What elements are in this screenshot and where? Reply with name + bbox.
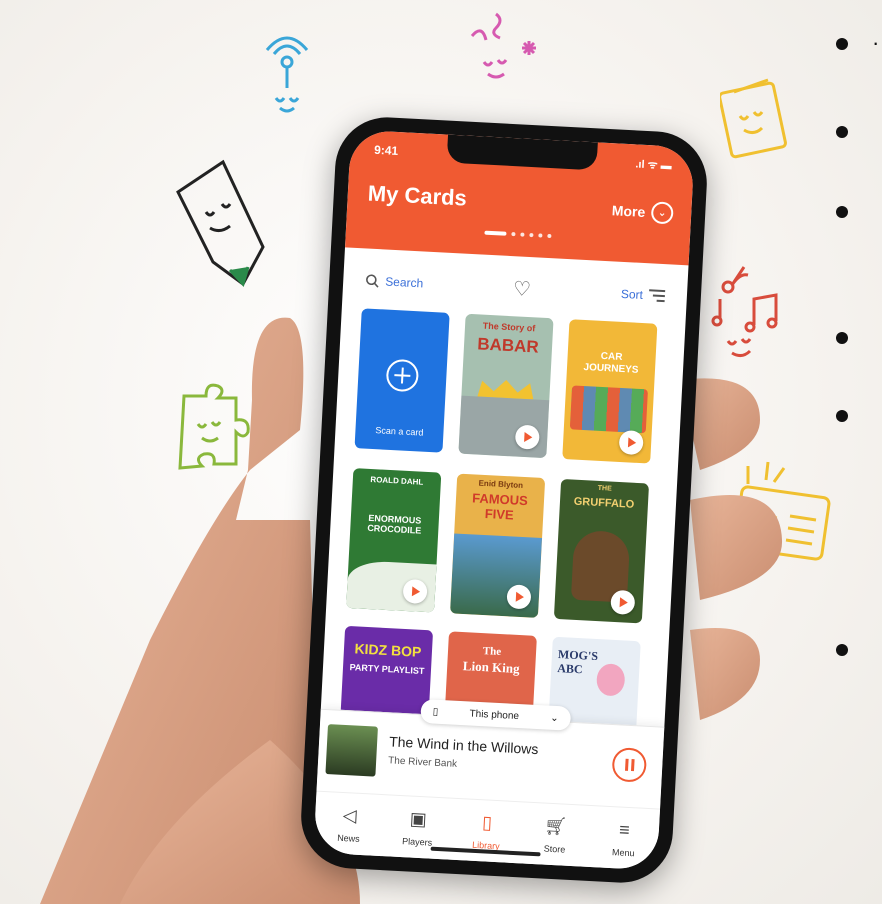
card-title: FAMOUS FIVE <box>471 490 529 523</box>
tab-news[interactable]: ◁ News <box>319 804 379 845</box>
search-label: Search <box>384 274 424 291</box>
megaphone-icon: ◁ <box>342 805 358 826</box>
card-title: BABAR <box>476 334 540 357</box>
tab-store[interactable]: 🛒︎ Store <box>525 815 585 856</box>
card-famous-five[interactable]: Enid Blyton FAMOUS FIVE <box>449 473 546 618</box>
players-icon: ▣ <box>409 808 428 830</box>
track-title: The Wind in the Willows <box>388 733 539 758</box>
chevron-down-icon: ⌄ <box>650 201 674 225</box>
play-button[interactable] <box>610 589 636 615</box>
more-label: More <box>611 202 646 220</box>
more-button[interactable]: More ⌄ <box>611 199 674 225</box>
page-title: My Cards <box>367 180 468 211</box>
card-title: THE <box>597 484 612 493</box>
library-icon: ▯ <box>481 812 493 833</box>
play-button[interactable] <box>618 429 644 456</box>
cars-art <box>569 385 648 434</box>
balloon-art <box>595 663 626 697</box>
card-title: The <box>482 645 502 659</box>
pause-icon-bar <box>630 759 635 772</box>
track-subtitle: The River Bank <box>387 755 458 770</box>
library-toolbar: Search ♡ Sort <box>342 261 687 315</box>
page-indicator <box>484 230 552 239</box>
page-dot <box>547 233 552 239</box>
pause-button[interactable] <box>611 747 648 783</box>
search-icon <box>366 274 379 288</box>
heart-icon[interactable]: ♡ <box>512 276 532 302</box>
card-title: The Story of <box>482 320 536 334</box>
tab-label: News <box>336 832 360 844</box>
tab-label: Store <box>543 843 566 855</box>
status-time: 9:41 <box>373 142 399 158</box>
page-dot-active <box>484 230 507 236</box>
status-icons: .ıl ᯤ ▬ <box>635 158 673 173</box>
menu-icon: ≡ <box>618 819 631 841</box>
card-title: Enid Blyton <box>478 478 524 490</box>
card-gruffalo[interactable]: THE GRUFFALO <box>553 478 650 624</box>
plus-circle-icon <box>386 359 419 392</box>
page-dot <box>529 232 534 238</box>
card-car-journeys[interactable]: CAR JOURNEYS <box>562 319 658 464</box>
card-title: KIDZ BOP <box>354 640 422 660</box>
cart-icon: 🛒︎ <box>543 815 568 837</box>
pause-icon-bar <box>624 758 629 771</box>
card-title: ENORMOUS CROCODILE <box>367 512 422 536</box>
card-babar[interactable]: The Story of BABAR <box>458 313 554 459</box>
chevron-down-icon: ⌄ <box>549 712 559 724</box>
phone: 9:41 .ıl ᯤ ▬ My Cards More ⌄ Search ♡ So… <box>298 114 710 886</box>
sort-icon <box>649 289 666 303</box>
tab-players[interactable]: ▣ Players <box>388 807 448 848</box>
boat-art <box>449 533 543 618</box>
card-title: Lion King <box>462 658 520 677</box>
tab-label: Menu <box>611 847 635 859</box>
tab-library[interactable]: ▯ Library <box>457 811 517 852</box>
card-title: PARTY PLAYLIST <box>349 662 425 677</box>
card-title: ROALD DAHL <box>370 474 424 487</box>
card-title: GRUFFALO <box>573 495 635 511</box>
tab-menu[interactable]: ≡ Menu <box>594 818 654 859</box>
elephant-art <box>458 395 550 459</box>
scan-card-tile[interactable]: Scan a card <box>354 308 450 453</box>
track-artwork <box>325 724 378 777</box>
card-enormous-crocodile[interactable]: ROALD DAHL ENORMOUS CROCODILE <box>346 468 442 613</box>
phone-screen: 9:41 .ıl ᯤ ▬ My Cards More ⌄ Search ♡ So… <box>313 129 695 871</box>
page-dot <box>538 233 543 238</box>
page-dot <box>511 232 516 237</box>
page-dot <box>520 232 525 237</box>
scan-card-label: Scan a card <box>375 425 424 438</box>
sort-label: Sort <box>620 286 644 302</box>
phone-icon: ▯ <box>432 706 439 718</box>
sort-button[interactable]: Sort <box>621 287 666 303</box>
device-label: This phone <box>469 707 520 722</box>
tab-label: Players <box>401 836 433 848</box>
search-button[interactable]: Search <box>365 273 424 290</box>
